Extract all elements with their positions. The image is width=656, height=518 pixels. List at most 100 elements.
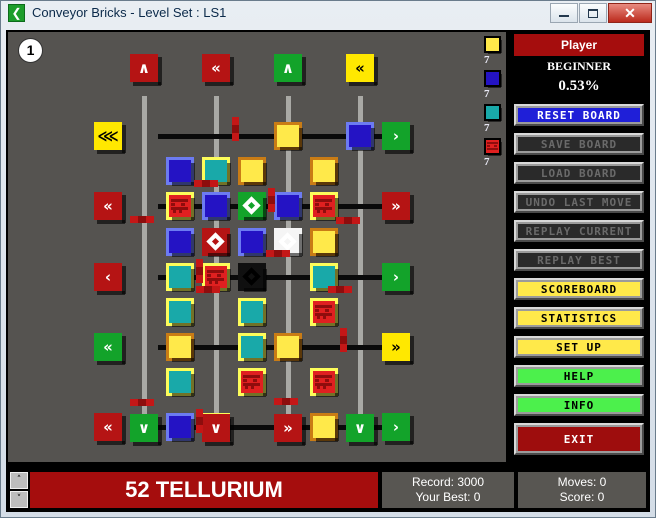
loose-brick-3[interactable] — [238, 157, 266, 185]
minimize-button[interactable] — [550, 3, 578, 23]
level-up-button[interactable]: ˄ — [10, 472, 28, 489]
row-2-right-arrow[interactable]: » — [382, 192, 410, 220]
brick-stock-column[interactable]: 7 7 7 7 — [484, 36, 506, 172]
row-1-left-arrow[interactable]: ⋘ — [94, 122, 122, 150]
loose-brick-14[interactable] — [238, 368, 266, 396]
maximize-button[interactable] — [579, 3, 607, 23]
row-2-left-arrow[interactable]: « — [94, 192, 122, 220]
arrow-icon: » — [391, 199, 401, 214]
row-2-cell-1[interactable] — [166, 192, 194, 220]
row-5-cell-5[interactable] — [310, 413, 338, 441]
wall-vertical-2 — [268, 188, 275, 212]
row-4-cell-1[interactable] — [166, 333, 194, 361]
row-2-cell-3[interactable] — [238, 192, 266, 220]
stock-brick-yellow[interactable] — [484, 36, 501, 53]
loose-brick-1[interactable] — [166, 157, 194, 185]
title-bar[interactable]: ❮ Conveyor Bricks - Level Set : LS1 ✕ — [0, 0, 656, 28]
close-icon: ✕ — [624, 5, 636, 22]
stock-row-2[interactable]: 7 — [484, 70, 506, 104]
wall-horizontal-1 — [194, 180, 218, 187]
loose-brick-10[interactable] — [166, 298, 194, 326]
loose-brick-12[interactable] — [310, 298, 338, 326]
loose-brick-6[interactable] — [202, 228, 230, 256]
stock-row-4[interactable]: 7 — [484, 138, 506, 172]
button-exit[interactable]: EXIT — [514, 423, 644, 455]
bottom-arrow-3[interactable]: » — [274, 414, 302, 442]
application-window: ❮ Conveyor Bricks - Level Set : LS1 ✕ 1 … — [0, 0, 656, 518]
control-panel: Player BEGINNER 0.53% RESET BOARDSAVE BO… — [510, 32, 648, 462]
button-save-board: SAVE BOARD — [514, 133, 644, 155]
stock-count-4: 7 — [484, 156, 490, 168]
stock-brick-red-face[interactable] — [484, 138, 501, 155]
arrow-icon: « — [103, 420, 113, 435]
status-bar: ˄ ˅ 52 TELLURIUM Record: 3000 Your Best:… — [6, 468, 650, 512]
row-5-cell-1[interactable] — [166, 413, 194, 441]
stock-row-3[interactable]: 7 — [484, 104, 506, 138]
player-percent: 0.53% — [510, 78, 648, 95]
row-4-cell-4[interactable] — [274, 333, 302, 361]
stock-row-1[interactable]: 7 — [484, 36, 506, 70]
wall-horizontal-5 — [328, 286, 352, 293]
row-5-left-arrow[interactable]: « — [94, 413, 122, 441]
bottom-arrow-2[interactable]: ∨ — [202, 414, 230, 442]
loose-brick-15[interactable] — [310, 368, 338, 396]
row-2-cell-2[interactable] — [202, 192, 230, 220]
row-1-right-arrow[interactable]: › — [382, 122, 410, 150]
row-3-cell-3[interactable] — [238, 263, 266, 291]
row-4-left-arrow[interactable]: « — [94, 333, 122, 361]
loose-brick-4[interactable] — [310, 157, 338, 185]
row-4-cell-3[interactable] — [238, 333, 266, 361]
face-icon — [315, 199, 332, 213]
button-label: EXIT — [518, 427, 640, 451]
button-set-up[interactable]: SET UP — [514, 336, 644, 358]
diamond-icon — [278, 232, 296, 250]
arrow-icon: ‹ — [105, 270, 111, 285]
button-help[interactable]: HELP — [514, 365, 644, 387]
wall-horizontal-8 — [274, 398, 298, 405]
loose-brick-7[interactable] — [238, 228, 266, 256]
row-3-left-arrow[interactable]: ‹ — [94, 263, 122, 291]
top-arrow-3[interactable]: ∧ — [274, 54, 302, 82]
button-scoreboard[interactable]: SCOREBOARD — [514, 278, 644, 300]
loose-brick-11[interactable] — [238, 298, 266, 326]
stock-brick-blue[interactable] — [484, 70, 501, 87]
close-button[interactable]: ✕ — [608, 3, 652, 23]
top-arrow-1[interactable]: ∧ — [130, 54, 158, 82]
loose-brick-13[interactable] — [166, 368, 194, 396]
button-label: SCOREBOARD — [518, 282, 640, 296]
level-name: 52 TELLURIUM — [30, 472, 378, 508]
button-label: LOAD BOARD — [518, 166, 640, 180]
button-statistics[interactable]: STATISTICS — [514, 307, 644, 329]
game-board[interactable]: 1 ⋘›«»‹›«»«›∧«∧«∨∨»∨ — [8, 32, 506, 462]
level-stepper[interactable]: ˄ ˅ — [10, 472, 28, 508]
level-down-button[interactable]: ˅ — [10, 491, 28, 508]
window-title: Conveyor Bricks - Level Set : LS1 — [32, 4, 226, 22]
button-load-board: LOAD BOARD — [514, 162, 644, 184]
arrow-icon: ∨ — [354, 421, 366, 436]
row-1-cell-4[interactable] — [274, 122, 302, 150]
record-panel: Record: 3000 Your Best: 0 — [382, 472, 514, 508]
arrow-icon: ∨ — [210, 421, 222, 436]
button-label: STATISTICS — [518, 311, 640, 325]
row-3-cell-1[interactable] — [166, 263, 194, 291]
stock-brick-teal[interactable] — [484, 104, 501, 121]
loose-brick-9[interactable] — [310, 228, 338, 256]
top-arrow-4[interactable]: « — [346, 54, 374, 82]
bottom-arrow-4[interactable]: ∨ — [346, 414, 374, 442]
top-arrow-2[interactable]: « — [202, 54, 230, 82]
row-2-cell-4[interactable] — [274, 192, 302, 220]
row-4-right-arrow[interactable]: » — [382, 333, 410, 361]
moves-panel: Moves: 0 Score: 0 — [518, 472, 646, 508]
button-info[interactable]: INFO — [514, 394, 644, 416]
row-1-cell-6[interactable] — [346, 122, 374, 150]
row-3-right-arrow[interactable]: › — [382, 263, 410, 291]
button-reset-board[interactable]: RESET BOARD — [514, 104, 644, 126]
score-label: Score: 0 — [518, 490, 646, 505]
stock-count-2: 7 — [484, 88, 490, 100]
loose-brick-5[interactable] — [166, 228, 194, 256]
stock-count-1: 7 — [484, 54, 490, 66]
row-5-right-arrow[interactable]: › — [382, 413, 410, 441]
bottom-arrow-1[interactable]: ∨ — [130, 414, 158, 442]
row-2-cell-5[interactable] — [310, 192, 338, 220]
arrow-icon: › — [393, 270, 399, 285]
